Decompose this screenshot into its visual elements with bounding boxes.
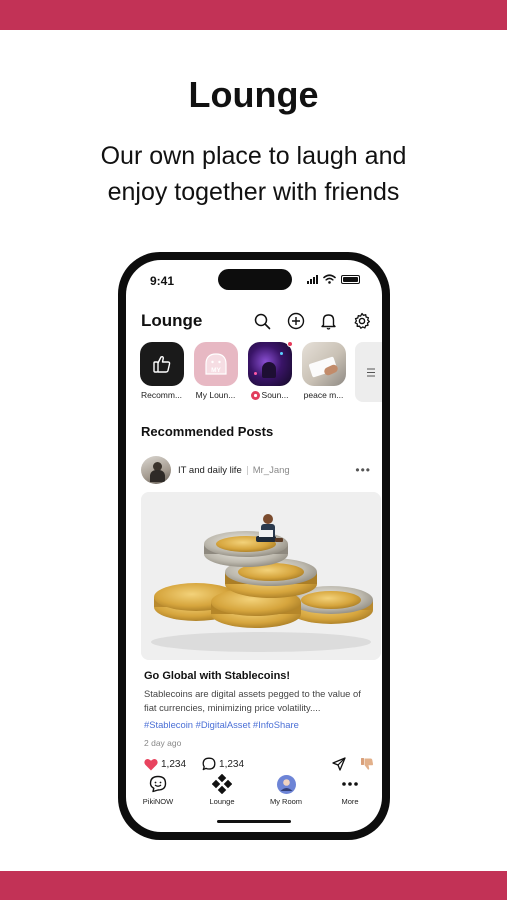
lounge-diamond-icon: [212, 774, 232, 794]
wifi-icon: [323, 274, 336, 284]
battery-icon: [341, 274, 360, 284]
board-avatar[interactable]: [141, 456, 171, 484]
nav-label: PikiNOW: [142, 797, 174, 806]
top-accent-bar: [0, 0, 507, 30]
plus-circle-icon[interactable]: [283, 310, 308, 332]
bottom-navigation: PikiNOW Lounge My Room More: [126, 774, 382, 814]
thumbs-down-icon[interactable]: [360, 757, 374, 771]
post-body: Stablecoins are digital assets pegged to…: [144, 688, 361, 713]
promo-subtitle-line-1: Our own place to laugh and: [100, 142, 407, 170]
recommended-thumbnail: [139, 342, 184, 386]
signal-icon: [307, 274, 318, 284]
story-label-row: Soun...: [250, 390, 289, 400]
story-sound[interactable]: Soun...: [247, 341, 293, 402]
divider: [246, 465, 248, 475]
comment-icon: [202, 757, 216, 771]
post-image[interactable]: [141, 492, 381, 660]
post-actions: 1,234 1,234: [144, 756, 374, 772]
status-icons: [307, 274, 360, 284]
live-badge-icon: [250, 390, 260, 400]
more-options-icon[interactable]: •••: [355, 463, 371, 477]
story-my-lounge[interactable]: MY My Loun...: [193, 342, 238, 402]
nav-lounge[interactable]: Lounge: [192, 774, 252, 814]
section-title: Recommended Posts: [141, 424, 274, 439]
nav-label: Lounge: [209, 797, 235, 806]
my-badge: MY: [211, 367, 221, 374]
lounge-shortcuts: Recomm... MY My Loun... Soun... peace m.…: [139, 341, 382, 402]
search-icon[interactable]: [250, 310, 275, 332]
comment-button[interactable]: 1,234: [202, 757, 244, 771]
my-lounge-thumbnail: MY: [193, 342, 238, 386]
gear-icon[interactable]: [349, 310, 374, 332]
post-secondary-actions: [332, 757, 374, 771]
coins-illustration: [141, 492, 381, 660]
story-label: My Loun...: [195, 390, 236, 400]
post-tags[interactable]: #Stablecoin #DigitalAsset #InfoShare: [144, 719, 299, 730]
sound-thumbnail: [247, 342, 292, 386]
story-recommended[interactable]: Recomm...: [139, 342, 184, 402]
phone-screen: 9:41 Lounge Recomm... MY My Loun... Soun…: [126, 260, 382, 832]
post-board-name[interactable]: IT and daily life: [178, 465, 242, 476]
post-author[interactable]: Mr_Jang: [253, 465, 290, 476]
post-header: IT and daily life Mr_Jang •••: [141, 456, 371, 484]
share-send-icon[interactable]: [332, 757, 346, 771]
comment-count: 1,234: [219, 758, 245, 770]
like-button[interactable]: 1,234: [144, 758, 186, 771]
smile-chat-icon: [149, 775, 167, 793]
promo-subtitle-line-2: enjoy together with friends: [107, 178, 400, 206]
story-label: Soun...: [261, 390, 289, 400]
story-label: peace m...: [303, 390, 344, 400]
post-timestamp: 2 day ago: [144, 738, 182, 748]
more-shortcuts-button[interactable]: [355, 342, 382, 402]
nav-pikinow[interactable]: PikiNOW: [128, 774, 188, 814]
home-indicator[interactable]: [217, 820, 291, 823]
story-peace[interactable]: peace m...: [301, 342, 346, 402]
menu-lines-icon: [367, 367, 375, 377]
app-title: Lounge: [141, 311, 203, 330]
promo-title: Lounge: [188, 74, 319, 115]
post-title[interactable]: Go Global with Stablecoins!: [144, 670, 290, 682]
thumbs-up-icon: [152, 355, 170, 373]
more-dots-icon: [342, 782, 358, 786]
peace-thumbnail: [301, 342, 346, 386]
bell-icon[interactable]: [316, 310, 341, 332]
story-label: Recomm...: [140, 390, 183, 400]
nav-my-room[interactable]: My Room: [256, 774, 316, 814]
dynamic-island: [218, 269, 292, 290]
my-lounge-logo-icon: MY: [204, 353, 227, 375]
bottom-accent-bar: [0, 871, 507, 900]
new-indicator-dot: [287, 341, 293, 347]
heart-icon: [144, 758, 158, 770]
like-count: 1,234: [161, 758, 187, 770]
nav-more[interactable]: More: [320, 774, 380, 814]
nav-label: More: [341, 797, 359, 806]
avatar-icon: [276, 774, 296, 794]
nav-label: My Room: [269, 797, 303, 806]
header-actions: [250, 310, 374, 332]
promo-subtitle: Our own place to laugh and enjoy togethe…: [0, 138, 507, 210]
phone-frame: 9:41 Lounge Recomm... MY My Loun... Soun…: [118, 252, 390, 840]
status-time: 9:41: [150, 274, 175, 288]
